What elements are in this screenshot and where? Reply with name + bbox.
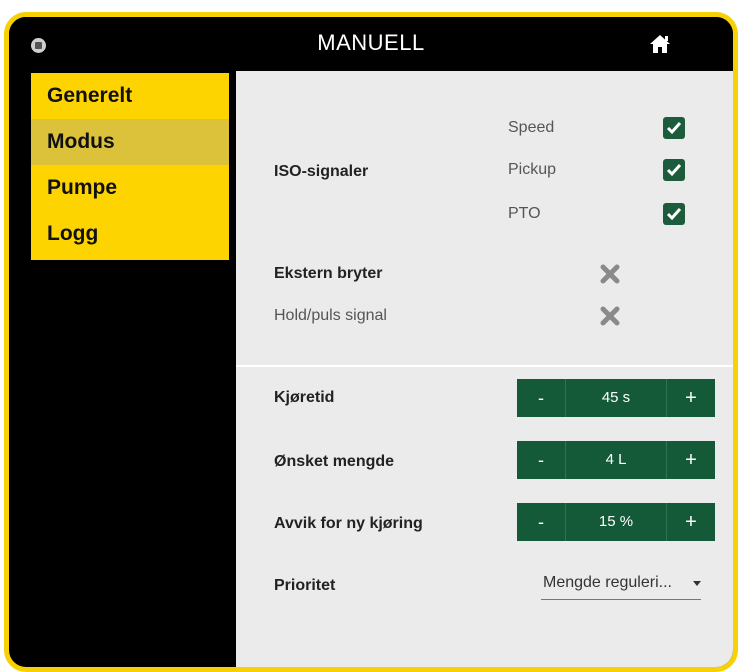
chevron-down-icon [693, 581, 701, 586]
app-frame: MANUELL Generelt Modus Pumpe Logg ISO-si… [4, 12, 738, 672]
speed-checkbox[interactable] [663, 117, 685, 139]
iso-signals-label: ISO-signaler [274, 163, 369, 180]
prioritet-label: Prioritet [274, 577, 336, 594]
page-title: MANUELL [317, 30, 425, 55]
sidebar: Generelt Modus Pumpe Logg [31, 73, 229, 260]
kjoretid-value: 45 s [565, 379, 667, 417]
onsket-mengde-stepper: - 4 L + [517, 441, 715, 479]
pickup-label: Pickup [508, 161, 557, 178]
avvik-increment-button[interactable]: + [667, 503, 715, 541]
sidebar-item-modus[interactable]: Modus [31, 119, 229, 165]
sidebar-item-pumpe[interactable]: Pumpe [31, 165, 229, 211]
check-icon [666, 164, 682, 177]
pickup-checkbox[interactable] [663, 159, 685, 181]
hold-signal-label: Hold/puls signal [274, 307, 387, 324]
pto-checkbox[interactable] [663, 203, 685, 225]
avvik-label: Avvik for ny kjøring [274, 515, 423, 532]
avvik-value: 15 % [565, 503, 667, 541]
check-icon [666, 208, 682, 221]
onsket-mengde-increment-button[interactable]: + [667, 441, 715, 479]
avvik-decrement-button[interactable]: - [517, 503, 565, 541]
kjoretid-decrement-button[interactable]: - [517, 379, 565, 417]
kjoretid-label: Kjøretid [274, 389, 335, 406]
check-icon [666, 122, 682, 135]
external-switch-x-icon[interactable] [599, 263, 621, 285]
title-bar: MANUELL [9, 17, 733, 73]
prioritet-dropdown[interactable]: Mengde reguleri... [541, 571, 701, 600]
prioritet-selected-value: Mengde reguleri... [543, 574, 672, 591]
kjoretid-stepper: - 45 s + [517, 379, 715, 417]
sidebar-item-generelt[interactable]: Generelt [31, 73, 229, 119]
kjoretid-increment-button[interactable]: + [667, 379, 715, 417]
pto-label: PTO [508, 205, 541, 222]
onsket-mengde-decrement-button[interactable]: - [517, 441, 565, 479]
sidebar-item-logg[interactable]: Logg [31, 211, 229, 257]
onsket-mengde-value: 4 L [565, 441, 667, 479]
section-divider [236, 365, 733, 367]
external-switch-label: Ekstern bryter [274, 265, 383, 282]
home-icon[interactable] [649, 34, 671, 54]
hold-signal-x-icon[interactable] [599, 305, 621, 327]
settings-panel: ISO-signaler Speed Pickup PTO Ekstern br… [236, 71, 733, 667]
speed-label: Speed [508, 119, 555, 136]
onsket-mengde-label: Ønsket mengde [274, 453, 395, 470]
avvik-stepper: - 15 % + [517, 503, 715, 541]
